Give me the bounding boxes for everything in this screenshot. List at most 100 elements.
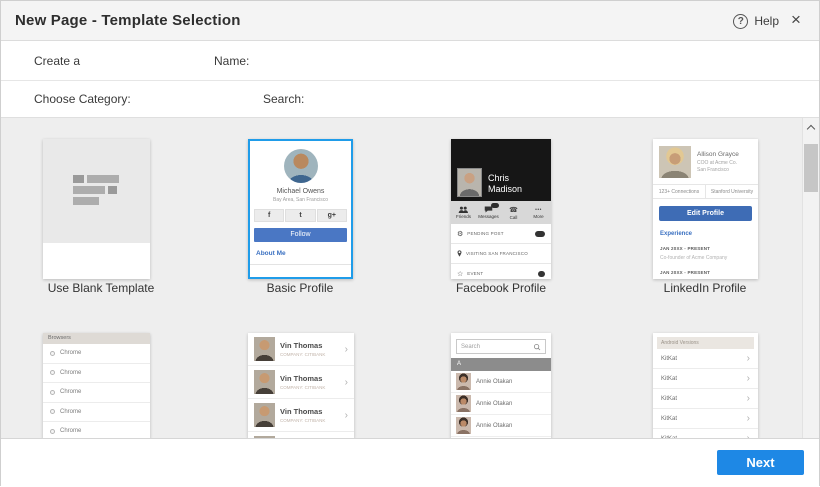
blank-thumbnail [43, 139, 150, 243]
search-icon [534, 343, 541, 350]
linkedin-location: San Francisco [697, 167, 729, 173]
linkedin-name: Allison Grayce [697, 151, 739, 158]
experience-period: JAN 20XX - PRESENT [660, 270, 711, 275]
choose-category-label: Choose Category: [34, 92, 131, 106]
name-label: Name: [214, 54, 250, 68]
chevron-right-icon: › [344, 343, 348, 355]
thumb-search-field: Search [456, 339, 546, 354]
facebook-header: Chris Madison [451, 139, 551, 201]
create-row: Create a page Name: [1, 41, 819, 113]
notification-badge [538, 270, 545, 277]
profile-location: Bay Area, San Francisco [272, 197, 329, 203]
experience-heading: Experience [660, 231, 693, 237]
scrollbar-thumb[interactable] [804, 144, 818, 192]
avatar [457, 168, 482, 197]
school-name: Stanford University [705, 185, 758, 198]
list-item: Vin ThomasCOMPANY: CITIBANK › [248, 366, 354, 399]
radio-icon [50, 350, 55, 356]
tab-messages: Messages [476, 201, 501, 224]
avatar [456, 417, 471, 434]
friends-icon [458, 206, 468, 213]
social-icons-row: f t g+ [254, 209, 347, 222]
help-icon: ? [733, 13, 749, 29]
divider [250, 264, 351, 265]
template-card-blank[interactable] [43, 139, 150, 279]
list-item: Vin ThomasCOMPANY: CITIBANK › [248, 399, 354, 432]
template-grid: Use Blank Template Michael Owens Bay Are… [1, 118, 819, 439]
chevron-right-icon: › [344, 376, 348, 388]
list-item: Chrome [43, 364, 150, 383]
avatar [254, 337, 275, 361]
googleplus-icon: g+ [316, 209, 347, 222]
template-card-linkedin-profile[interactable]: Allison Grayce COO at Acme Co. San Franc… [653, 139, 758, 279]
template-card-basic-profile[interactable]: Michael Owens Bay Area, San Francisco f … [248, 139, 353, 279]
list-item: Annie Otakan [451, 393, 551, 415]
avatar [456, 395, 471, 412]
chevron-right-icon: › [344, 409, 348, 421]
facebook-profile-name: Chris Madison [488, 172, 523, 194]
phone-icon: ☎ [509, 206, 518, 214]
template-card-directory[interactable]: Search A Annie Otakan Annie Otakan Annie… [451, 333, 551, 438]
avatar [254, 370, 275, 394]
template-caption-blank: Use Blank Template [47, 281, 155, 295]
radio-icon [50, 428, 55, 434]
edit-profile-button: Edit Profile [659, 206, 752, 221]
connections-count: 123+ Connections [658, 188, 700, 195]
experience-period: JAN 20XX - PRESENT [660, 246, 711, 251]
avatar [456, 373, 471, 390]
tab-more: ••• More [533, 206, 544, 219]
list-item: Annie Otakan [451, 371, 551, 393]
help-button[interactable]: ? Help [733, 1, 779, 41]
template-card-android-versions[interactable]: Android Versions KitKat › KitKat › KitKat ›… [653, 333, 758, 438]
profile-name: Michael Owens [276, 188, 325, 195]
twitter-icon: t [285, 209, 316, 222]
gear-icon: ⚙ [457, 230, 464, 238]
follow-button: Follow [254, 228, 347, 242]
close-icon[interactable]: × [785, 9, 807, 31]
radio-icon [50, 389, 55, 395]
chevron-right-icon: › [746, 413, 750, 424]
linkedin-stats-row: 123+ Connections Stanford University [653, 184, 758, 199]
list-item: Chrome [43, 344, 150, 364]
help-label: Help [754, 14, 779, 28]
list-item: KitKat › [653, 429, 758, 438]
list-header: Browsers [43, 333, 150, 344]
linkedin-header: Allison Grayce COO at Acme Co. San Franc… [653, 139, 758, 184]
next-button[interactable]: Next [717, 450, 804, 475]
list-item: Chrome [43, 422, 150, 438]
list-header: Android Versions [657, 337, 754, 349]
avatar [283, 149, 318, 183]
template-card-browsers[interactable]: Browsers Chrome Chrome Chrome Chrome Chr… [43, 333, 150, 438]
search-label: Search: [263, 92, 305, 106]
about-me-link: About Me [256, 250, 286, 257]
list-item: Vin ThomasCOMPANY: CITIBANK › [248, 333, 354, 366]
location-pin-icon [457, 250, 462, 257]
facebook-list-row: ⚙ PENDING POST [451, 224, 551, 244]
wireframe-icon [72, 174, 121, 208]
scroll-up-icon[interactable] [803, 120, 819, 135]
linkedin-job: COO at Acme Co. [697, 160, 738, 166]
more-icon: ••• [535, 206, 542, 213]
facebook-list-row: VISITING SAN FRANCISCO [451, 244, 551, 264]
radio-icon [50, 370, 55, 376]
list-item: KitKat › [653, 389, 758, 409]
scrollbar-track[interactable] [802, 118, 819, 438]
avatar [254, 403, 275, 427]
experience-role: Co-founder of Acme Company [660, 255, 728, 261]
list-item: KitKat › [653, 369, 758, 389]
new-page-dialog: New Page - Template Selection ? Help × C… [0, 0, 820, 487]
section-header: A [451, 358, 551, 371]
create-a-label: Create a [34, 54, 81, 68]
template-card-contacts[interactable]: Vin Thomas COMPANY: CITIBANK › Vin Thomas… [248, 333, 354, 438]
facebook-icon: f [254, 209, 285, 222]
notification-badge [491, 203, 499, 208]
chevron-right-icon: › [746, 353, 750, 364]
template-card-facebook-profile[interactable]: Chris Madison Friends Messages ☎ Call ••… [451, 139, 551, 279]
list-item: Annie Otakan [451, 415, 551, 437]
facebook-tab-strip: Friends Messages ☎ Call ••• More [451, 201, 551, 224]
dialog-title: New Page - Template Selection [15, 12, 241, 29]
list-item: KitKat › [653, 349, 758, 369]
list-item: KitKat › [653, 409, 758, 429]
template-caption-facebook: Facebook Profile [455, 281, 547, 295]
facebook-list-row: ☆ EVENT [451, 264, 551, 279]
